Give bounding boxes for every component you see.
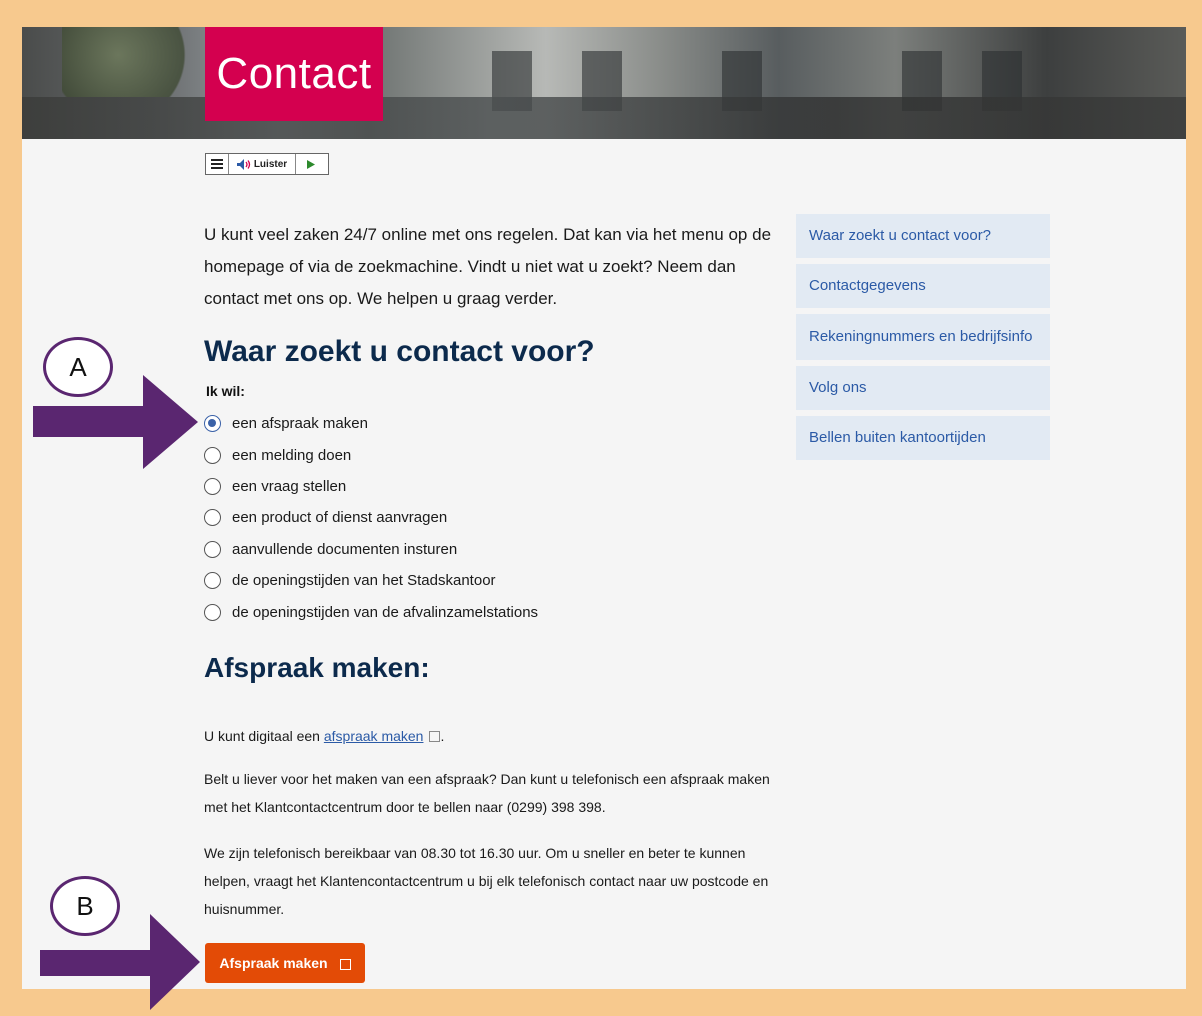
sidebar-item-volg-ons[interactable]: Volg ons <box>796 366 1050 410</box>
button-label: Afspraak maken <box>219 955 328 971</box>
listen-button[interactable]: Luister <box>229 154 296 174</box>
street-strip <box>22 97 1186 139</box>
play-icon <box>307 159 315 169</box>
radio-option-label: de openingstijden van de afvalinzamelsta… <box>232 603 539 621</box>
radio-button[interactable] <box>204 477 221 495</box>
external-link-icon <box>339 958 351 970</box>
page-frame: Contact Luister U kunt veel zaken 24/7 o… <box>22 27 1186 989</box>
radio-button[interactable] <box>204 540 221 558</box>
text-prefix: U kunt digitaal een <box>204 728 324 744</box>
contact-reason-radio-group: een afspraak maken een melding doen een vr… <box>204 408 538 628</box>
listen-label: Luister <box>253 158 288 170</box>
radio-button[interactable] <box>204 509 221 527</box>
radio-option[interactable]: een melding doen <box>204 439 538 470</box>
appointment-digital-text: U kunt digitaal een afspraak maken. <box>204 722 784 750</box>
play-button[interactable] <box>296 154 326 174</box>
sidebar-item-waar-zoekt-u[interactable]: Waar zoekt u contact voor? <box>796 214 1050 258</box>
radio-option[interactable]: aanvullende documenten insturen <box>204 534 538 565</box>
appointment-phone-text: Belt u liever voor het maken van een afs… <box>204 771 770 815</box>
menu-button[interactable] <box>206 154 229 174</box>
radio-button[interactable] <box>204 415 221 433</box>
sidebar-item-contactgegevens[interactable]: Contactgegevens <box>796 264 1050 308</box>
sidebar-item-bellen-buiten[interactable]: Bellen buiten kantoortijden <box>796 416 1050 460</box>
afspraak-maken-link[interactable]: afspraak maken <box>324 728 424 744</box>
radio-option[interactable]: de openingstijden van het Stadskantoor <box>204 565 538 596</box>
radio-button[interactable] <box>204 446 221 464</box>
radio-option[interactable]: een afspraak maken <box>204 408 538 439</box>
radio-group-label: Ik wil: <box>206 383 245 399</box>
text-suffix: . <box>440 728 445 744</box>
tree-image <box>62 27 202 97</box>
readspeaker-toolbar: Luister <box>205 153 329 175</box>
radio-option-label: een melding doen <box>232 446 352 464</box>
speaker-icon <box>236 158 250 170</box>
hamburger-icon <box>211 159 223 169</box>
radio-option[interactable]: een product of dienst aanvragen <box>204 502 538 533</box>
intro-text: U kunt veel zaken 24/7 online met ons re… <box>204 225 772 308</box>
radio-option-label: een vraag stellen <box>232 477 347 495</box>
phone-hours-text: We zijn telefonisch bereikbaar van 08.30… <box>204 845 769 917</box>
radio-option-label: een afspraak maken <box>232 415 368 433</box>
radio-option-label: aanvullende documenten insturen <box>232 540 458 558</box>
sidebar-nav: Waar zoekt u contact voor? Contactgegeve… <box>796 214 1050 466</box>
annotation-arrow-b <box>40 914 200 1010</box>
annotation-arrow-a <box>33 375 198 469</box>
radio-button[interactable] <box>204 603 221 621</box>
external-link-icon <box>429 731 441 742</box>
radio-option-label: een product of dienst aanvragen <box>232 509 448 527</box>
afspraak-maken-button[interactable]: Afspraak maken <box>205 943 365 983</box>
radio-option[interactable]: een vraag stellen <box>204 471 538 502</box>
radio-option-label: de openingstijden van het Stadskantoor <box>232 572 496 590</box>
radio-button[interactable] <box>204 572 221 590</box>
page-title: Contact <box>205 27 383 121</box>
sidebar-item-rekeningnummers[interactable]: Rekeningnummers en bedrijfsinfo <box>796 314 1050 360</box>
header-banner-image <box>22 27 1186 139</box>
radio-option[interactable]: de openingstijden van de afvalinzamelsta… <box>204 596 538 627</box>
section-heading-appointment: Afspraak maken: <box>204 652 430 683</box>
section-heading-contact: Waar zoekt u contact voor? <box>204 335 595 368</box>
